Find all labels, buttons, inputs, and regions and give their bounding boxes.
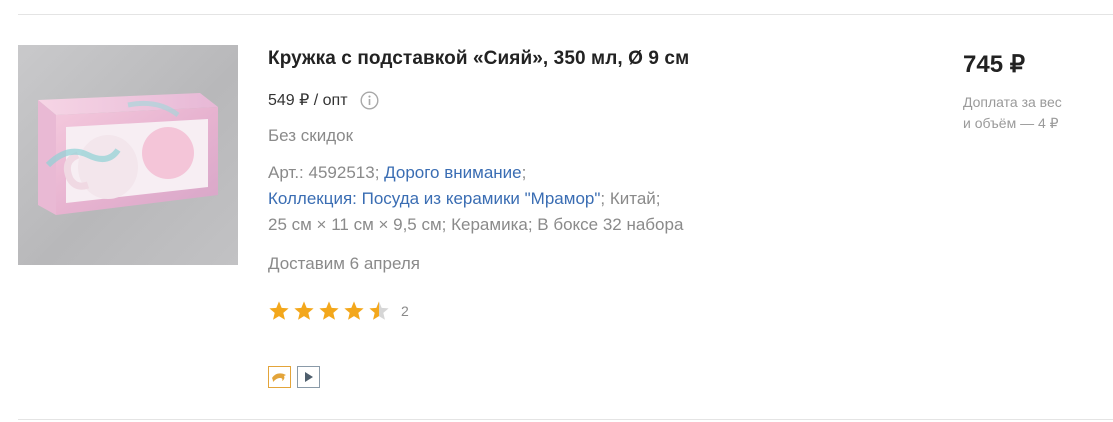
badges [268,366,326,388]
product-properties: Арт.: 4592513; Дорого внимание; Коллекци… [268,160,683,238]
country-text: ; Китай; [600,189,661,208]
article-value: 4592513; [308,163,380,182]
brand-link[interactable]: Дорого внимание [384,163,521,182]
star-half-icon [369,301,389,320]
product-photo [38,93,218,215]
dolphin-icon [272,373,286,382]
surcharge-note: Доплата за вес и объём — 4 ₽ [963,92,1103,134]
video-badge[interactable] [297,366,320,388]
surcharge-line-2: и объём — 4 ₽ [963,115,1059,131]
product-title[interactable]: Кружка с подставкой «Сияй», 350 мл, Ø 9 … [268,48,689,70]
bottom-divider [18,419,1113,420]
discount-note: Без скидок [268,126,353,145]
play-icon [304,372,313,382]
article-label: Арт.: [268,163,304,182]
wholesale-price-text: 549 ₽ / опт [268,92,348,109]
star-icon [294,301,314,320]
surcharge-line-1: Доплата за вес [963,94,1062,110]
rating[interactable]: 2 [268,300,409,322]
props-line-3: 25 см × 11 см × 9,5 см; Керамика; В бокс… [268,215,684,234]
reviews-count[interactable]: 2 [401,303,409,319]
collection-link[interactable]: Коллекция: Посуда из керамики "Мрамор" [268,189,600,208]
info-icon[interactable] [360,90,379,110]
props-line-2: Коллекция: Посуда из керамики "Мрамор"; … [268,186,683,212]
star-icon [319,301,339,320]
star-icon [269,301,289,320]
dolphin-badge[interactable] [268,366,291,388]
props-line-1: Арт.: 4592513; Дорого внимание; [268,163,527,182]
delivery-date: Доставим 6 апреля [268,254,420,273]
wholesale-price: 549 ₽ / опт [268,90,379,110]
product-image[interactable] [18,45,238,265]
top-divider [18,14,1113,15]
price: 745 ₽ [963,51,1025,78]
star-icon [344,301,364,320]
